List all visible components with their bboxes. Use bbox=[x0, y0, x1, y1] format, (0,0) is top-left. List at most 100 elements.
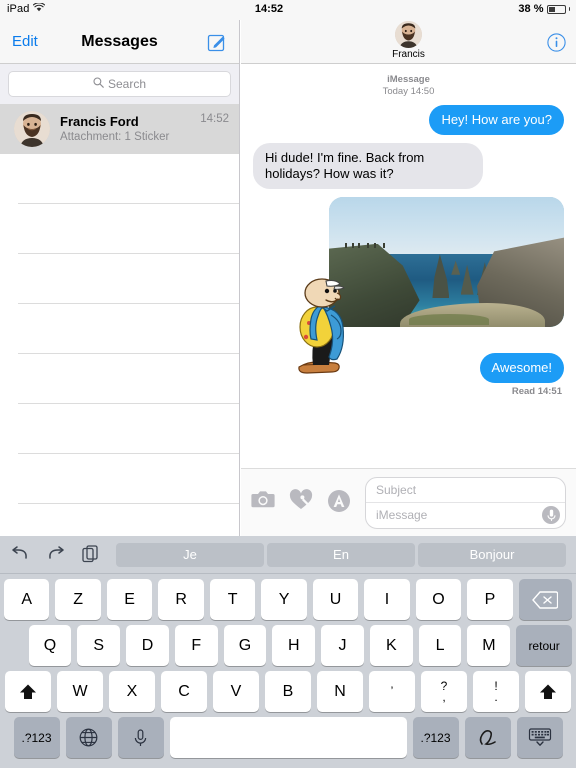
search-input[interactable]: Search bbox=[8, 71, 231, 97]
key-c[interactable]: C bbox=[161, 671, 207, 712]
list-item bbox=[0, 354, 239, 404]
avatar bbox=[395, 21, 422, 48]
shift-key-left[interactable] bbox=[5, 671, 51, 712]
prediction-item[interactable]: En bbox=[267, 542, 415, 567]
service-label: iMessage bbox=[387, 74, 430, 85]
key-n[interactable]: N bbox=[317, 671, 363, 712]
read-receipt: Read 14:51 bbox=[511, 386, 562, 397]
status-bar: iPad 14:52 38 % bbox=[0, 0, 576, 20]
status-bar-center: 14:52 bbox=[0, 3, 576, 15]
key-t[interactable]: T bbox=[209, 579, 256, 620]
avatar bbox=[14, 111, 50, 147]
hide-keyboard-icon[interactable] bbox=[516, 717, 563, 758]
redo-icon[interactable] bbox=[46, 545, 66, 565]
undo-icon[interactable] bbox=[10, 545, 30, 565]
prediction-list: Je En Bonjour bbox=[116, 542, 566, 567]
space-key[interactable] bbox=[169, 717, 407, 758]
key-apostrophe[interactable]: ’ bbox=[369, 671, 415, 712]
message-bubble[interactable]: Hi dude! I'm fine. Back from holidays? H… bbox=[249, 143, 483, 189]
globe-icon[interactable] bbox=[65, 717, 112, 758]
list-item bbox=[0, 254, 239, 304]
key-r[interactable]: R bbox=[158, 579, 204, 620]
key-period-label: . bbox=[494, 689, 498, 704]
key-o[interactable]: O bbox=[415, 579, 462, 620]
key-i[interactable]: I bbox=[364, 579, 410, 620]
key-s[interactable]: S bbox=[77, 625, 121, 666]
key-v[interactable]: V bbox=[213, 671, 259, 712]
subject-placeholder: Subject bbox=[376, 482, 417, 497]
info-icon[interactable] bbox=[547, 33, 566, 52]
key-h[interactable]: H bbox=[272, 625, 316, 666]
search-container: Search bbox=[0, 64, 239, 104]
compose-icon[interactable] bbox=[207, 32, 227, 52]
chat-peer-header[interactable]: Francis bbox=[241, 21, 576, 60]
key-z[interactable]: Z bbox=[55, 579, 101, 620]
numbers-key-right[interactable]: .?123 bbox=[412, 717, 459, 758]
keyboard-row-4: .?123 .?123 bbox=[0, 717, 576, 758]
battery-icon bbox=[546, 4, 566, 14]
key-y[interactable]: Y bbox=[261, 579, 307, 620]
digital-touch-icon[interactable] bbox=[289, 488, 313, 513]
key-m[interactable]: M bbox=[467, 625, 511, 666]
prediction-item[interactable]: Je bbox=[116, 542, 264, 567]
shift-key-right[interactable] bbox=[525, 671, 571, 712]
search-icon bbox=[93, 75, 104, 93]
key-k[interactable]: K bbox=[369, 625, 413, 666]
microphone-icon[interactable] bbox=[542, 506, 560, 524]
battery-nub bbox=[568, 7, 570, 11]
key-l[interactable]: L bbox=[418, 625, 462, 666]
thread-timestamp: Today 14:50 bbox=[382, 86, 435, 97]
paste-icon[interactable] bbox=[82, 544, 102, 565]
onscreen-keyboard: Je En Bonjour A Z E R T Y U I O P Q S D … bbox=[0, 536, 576, 768]
key-a[interactable]: A bbox=[3, 579, 50, 620]
imessage-input[interactable]: iMessage bbox=[366, 503, 565, 528]
message-composer: Subject iMessage bbox=[241, 468, 576, 536]
status-bar-right: 38 % bbox=[518, 3, 570, 15]
prediction-item[interactable]: Bonjour bbox=[418, 542, 566, 567]
key-q[interactable]: Q bbox=[28, 625, 72, 666]
thread-meta: iMessage Today 14:50 bbox=[253, 74, 564, 97]
key-b[interactable]: B bbox=[265, 671, 311, 712]
list-item bbox=[0, 204, 239, 254]
search-placeholder: Search bbox=[107, 77, 147, 91]
photo-people bbox=[343, 242, 389, 248]
sticker-attachment[interactable] bbox=[293, 275, 355, 375]
message-bubble[interactable]: Awesome! bbox=[479, 353, 569, 383]
keyboard-row-2: Q S D F G H J K L M retour bbox=[0, 625, 576, 666]
key-x[interactable]: X bbox=[109, 671, 155, 712]
list-item bbox=[0, 154, 239, 204]
photo-attachment[interactable] bbox=[329, 197, 564, 327]
numbers-key-left[interactable]: .?123 bbox=[13, 717, 60, 758]
ipad-messages-screen: iPad 14:52 38 % Edit Messages Search Fra… bbox=[0, 0, 576, 768]
dictation-microphone-icon[interactable] bbox=[117, 717, 164, 758]
conversation-text: Francis Ford Attachment: 1 Sticker bbox=[60, 114, 200, 144]
return-key[interactable]: retour bbox=[516, 625, 573, 666]
message-bubble[interactable]: Hey! How are you? bbox=[429, 105, 568, 135]
keyboard-row-3: W X C V B N ’ ? , ! . bbox=[0, 671, 576, 712]
backspace-icon[interactable] bbox=[518, 579, 573, 620]
app-store-icon[interactable] bbox=[327, 489, 351, 513]
keyboard-tools bbox=[10, 544, 116, 565]
list-item bbox=[0, 404, 239, 454]
subject-input[interactable]: Subject bbox=[366, 478, 565, 503]
handwriting-icon[interactable] bbox=[464, 717, 511, 758]
keyboard-row-1: A Z E R T Y U I O P bbox=[0, 579, 576, 620]
key-g[interactable]: G bbox=[223, 625, 267, 666]
edit-button[interactable]: Edit bbox=[12, 33, 38, 50]
conversation-preview: Attachment: 1 Sticker bbox=[60, 131, 170, 143]
conversation-item-francis-ford[interactable]: Francis Ford Attachment: 1 Sticker 14:52 bbox=[0, 104, 239, 154]
key-d[interactable]: D bbox=[126, 625, 169, 666]
key-comma-label: , bbox=[442, 689, 446, 704]
key-u[interactable]: U bbox=[312, 579, 359, 620]
camera-icon[interactable] bbox=[251, 489, 275, 513]
key-exclamation-period[interactable]: ! . bbox=[473, 671, 519, 712]
key-e[interactable]: E bbox=[106, 579, 153, 620]
message-row-outgoing: Hey! How are you? bbox=[253, 105, 568, 135]
key-j[interactable]: J bbox=[321, 625, 364, 666]
key-f[interactable]: F bbox=[174, 625, 218, 666]
key-question-comma[interactable]: ? , bbox=[421, 671, 467, 712]
key-p[interactable]: P bbox=[467, 579, 513, 620]
chat-peer-name: Francis bbox=[392, 49, 425, 60]
message-row-incoming: Hi dude! I'm fine. Back from holidays? H… bbox=[249, 143, 564, 189]
key-w[interactable]: W bbox=[57, 671, 103, 712]
